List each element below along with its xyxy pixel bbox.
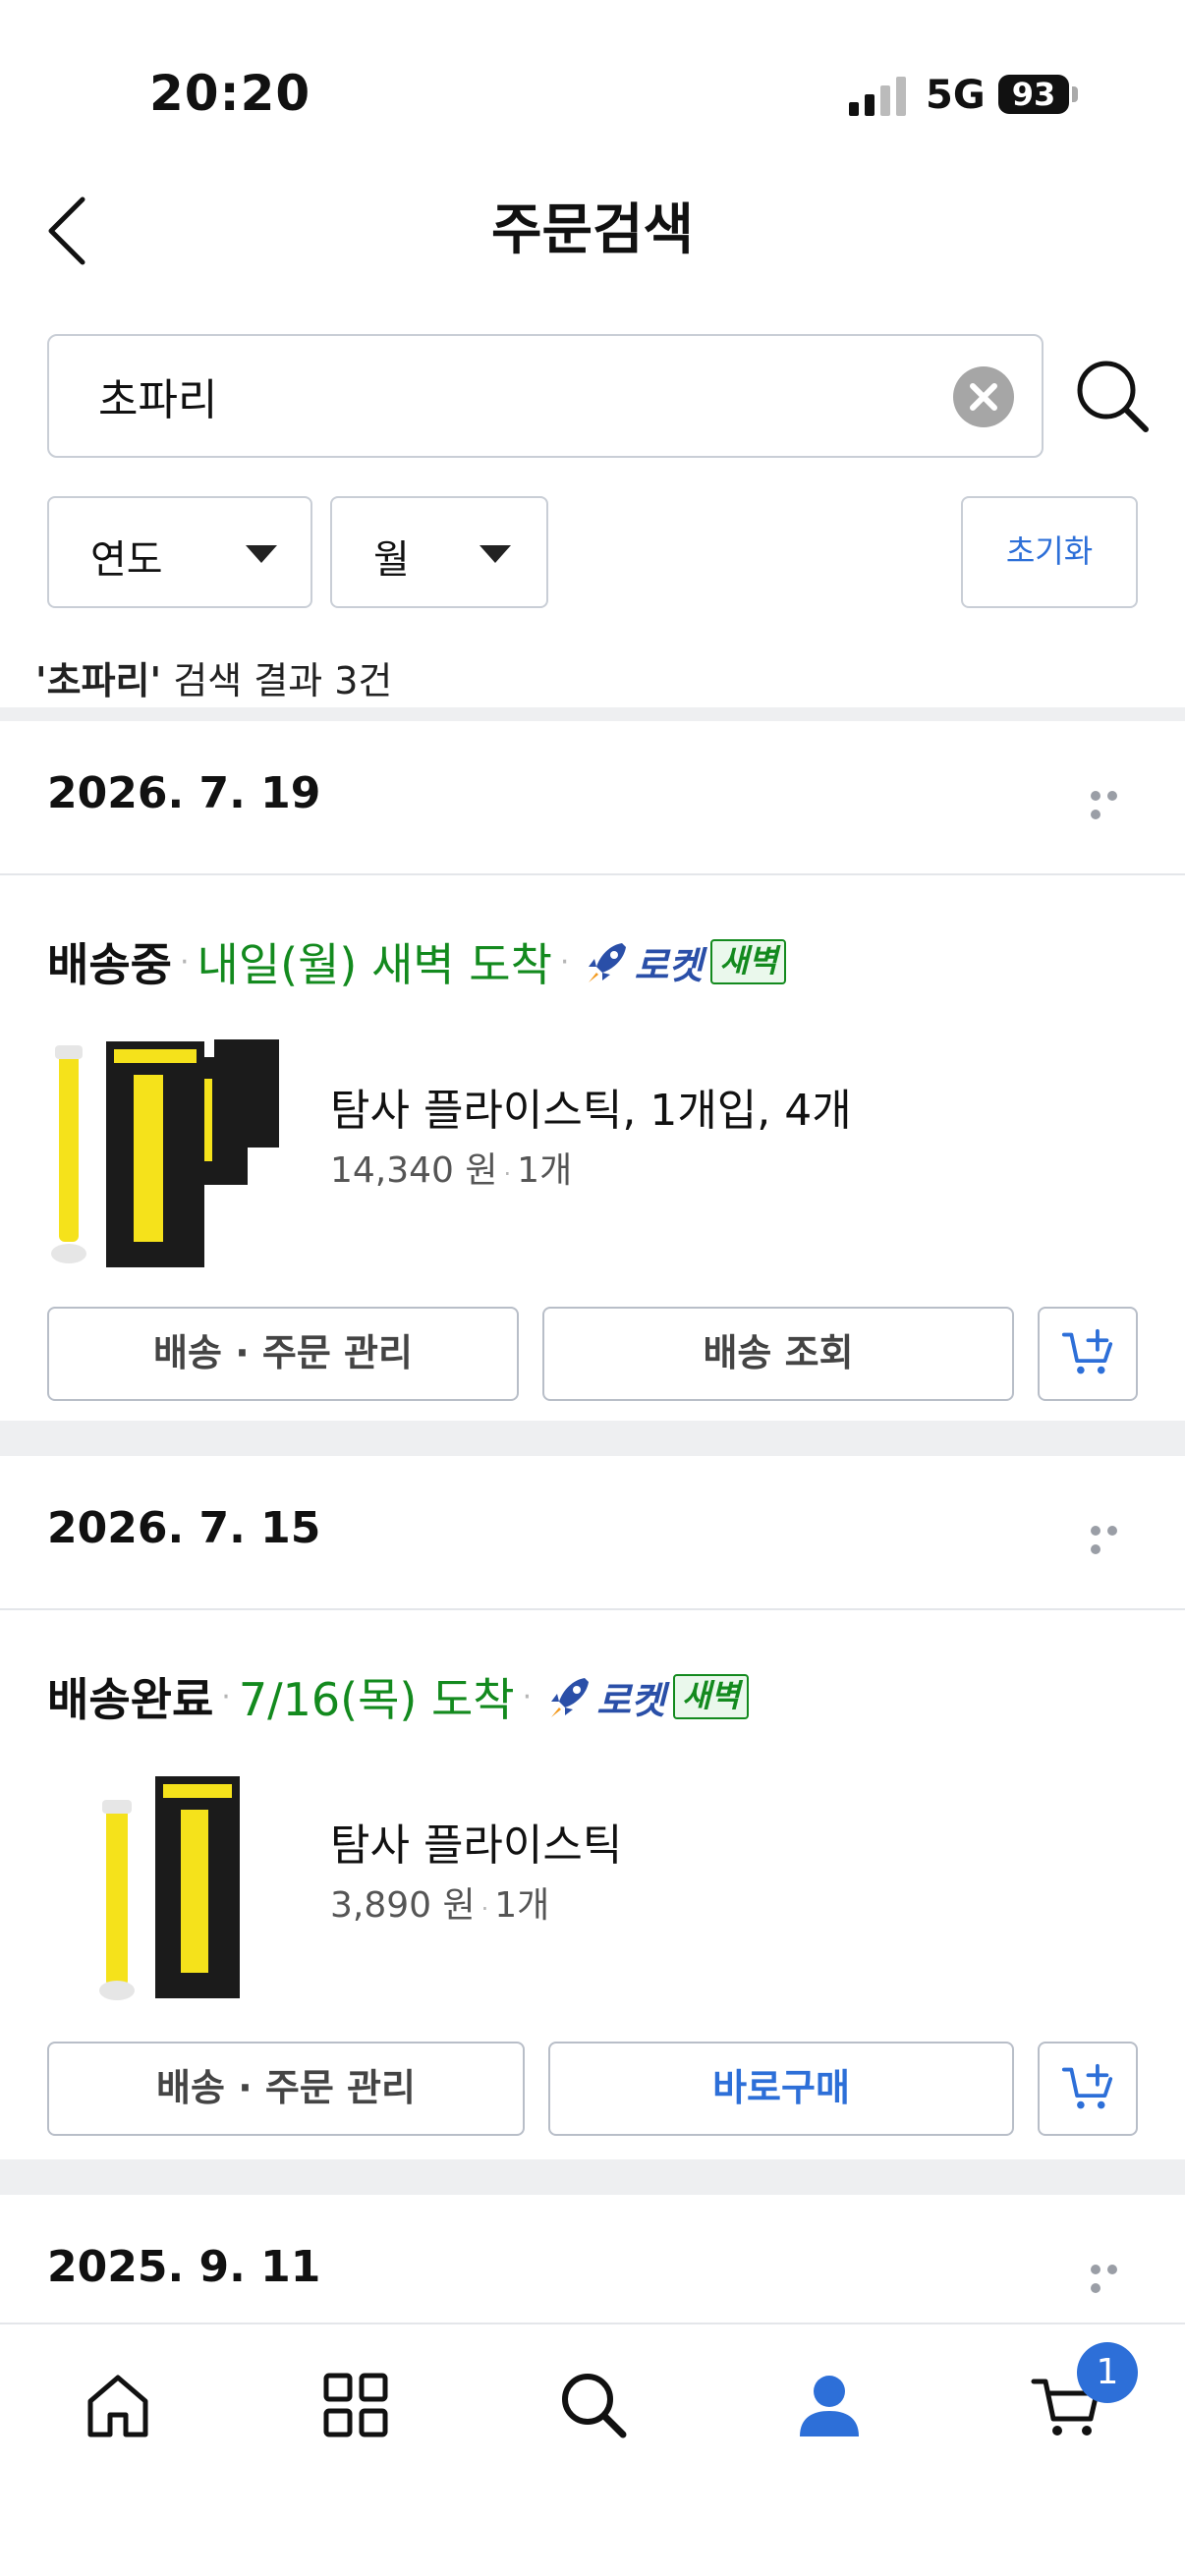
month-dropdown-label: 월 [373,537,410,583]
arrival-eta: 7/16(목) 도착 [238,1673,515,1726]
product-price: 3,890 원 [330,1885,476,1926]
section-gap [0,1421,1185,1456]
product-name[interactable]: 탐사 플라이스틱 [330,1810,622,1873]
clear-search-icon[interactable] [953,366,1014,427]
rocket-delivery-badge: 로켓 새벽 [545,1670,749,1724]
my-page-icon[interactable] [792,2368,867,2442]
year-dropdown[interactable]: 연도 [47,496,312,608]
product-price-line: 3,890 원 · 1개 [330,1876,549,1928]
manage-order-button[interactable]: 배송 · 주문 관리 [47,2042,525,2136]
order-date: 2025. 9. 11 [47,2242,321,2292]
add-to-cart-icon [1061,2063,1113,2109]
divider [0,1608,1185,1610]
network-type: 5G [926,73,986,118]
status-time: 20:20 [149,65,311,122]
battery-icon: 93 [998,75,1069,114]
rocket-icon [589,943,627,982]
more-options-icon[interactable] [1091,1521,1138,1554]
divider [0,873,1185,875]
bottom-navigation [0,2323,1185,2576]
caret-down-icon [480,545,511,563]
rocket-delivery-badge: 로켓 새벽 [583,935,787,989]
product-price-line: 14,340 원 · 1개 [330,1142,572,1193]
product-quantity: 1개 [517,1150,573,1191]
add-to-cart-icon [1061,1328,1113,1374]
rocket-label: 로켓 [596,1678,666,1722]
dawn-delivery-badge: 새벽 [673,1674,749,1719]
result-keyword: '초파리' [35,659,162,702]
section-gap [0,2159,1185,2195]
shipping-status: 배송완료 [47,1673,214,1726]
separator-dot: · [179,944,190,980]
product-price: 14,340 원 [330,1150,498,1191]
product-quantity: 1개 [494,1885,550,1926]
rocket-label: 로켓 [634,943,704,987]
caret-down-icon [246,545,277,563]
order-card: 2026. 7. 19 배송중 · 내일(월) 새벽 도착 · 로켓 새벽 탐사… [0,721,1185,1421]
buy-now-button[interactable]: 바로구매 [548,2042,1014,2136]
arrival-eta: 내일(월) 새벽 도착 [197,938,552,991]
shipping-info: 배송완료 · 7/16(목) 도착 · 로켓 새벽 [47,1662,749,1731]
status-bar: 20:20 5G 93 [0,0,1185,167]
more-options-icon[interactable] [1091,786,1138,819]
search-icon[interactable] [556,2368,631,2442]
battery-tip [1072,86,1078,102]
month-dropdown[interactable]: 월 [330,496,548,608]
product-image[interactable] [47,1036,293,1271]
categories-icon[interactable] [318,2368,393,2442]
track-delivery-button[interactable]: 배송 조회 [542,1307,1014,1401]
order-date: 2026. 7. 15 [47,1503,321,1553]
search-input[interactable] [98,364,884,428]
cellular-signal-icon [849,77,906,116]
separator-dot: · [503,1160,512,1188]
order-card: 2025. 9. 11 [0,2195,1185,2323]
order-date: 2026. 7. 19 [47,768,321,818]
year-dropdown-label: 연도 [90,537,163,583]
result-summary: '초파리' 검색 결과 3건 [35,650,392,704]
add-to-cart-button[interactable] [1038,2042,1138,2136]
page-title: 주문검색 [490,198,695,262]
result-count-text: 검색 결과 3건 [161,659,393,702]
shipping-status: 배송중 [47,938,172,991]
separator-dot: · [522,1679,533,1714]
dawn-delivery-badge: 새벽 [710,939,787,984]
add-to-cart-button[interactable] [1038,1307,1138,1401]
order-card: 2026. 7. 15 배송완료 · 7/16(목) 도착 · 로켓 새벽 탐사… [0,1456,1185,2159]
separator-dot: · [559,944,570,980]
product-image[interactable] [47,1770,293,2006]
rocket-icon [551,1678,590,1717]
shipping-info: 배송중 · 내일(월) 새벽 도착 · 로켓 새벽 [47,927,787,996]
search-box [47,334,1044,458]
search-icon[interactable] [1075,359,1150,433]
separator-dot: · [221,1679,231,1714]
back-arrow-icon[interactable] [39,192,98,270]
manage-order-button[interactable]: 배송 · 주문 관리 [47,1307,519,1401]
cart-count-badge: 1 [1077,2342,1138,2403]
more-options-icon[interactable] [1091,2260,1138,2293]
home-icon[interactable] [81,2368,155,2442]
product-name[interactable]: 탐사 플라이스틱, 1개입, 4개 [330,1075,852,1138]
section-gap [0,707,1185,721]
separator-dot: · [480,1895,489,1923]
reset-button[interactable]: 초기화 [961,496,1138,608]
